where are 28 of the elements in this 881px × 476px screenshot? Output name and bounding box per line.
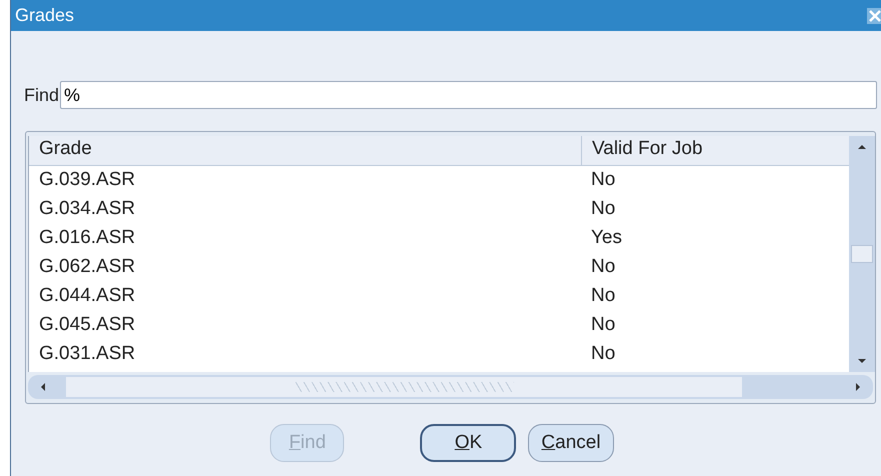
table-cell-text: G.062.ASR [38,255,136,279]
scroll-thumb[interactable] [851,245,873,264]
dialog-button[interactable]: OK [420,424,516,462]
table-cell-text: No [590,197,616,221]
scroll-up-icon[interactable] [857,142,867,152]
table-cell-text: Yes [590,226,623,250]
column-header[interactable]: Valid For Job [581,136,849,166]
table-cell-text: G.044.ASR [38,284,136,308]
table-cell-text: G.034.ASR [38,197,136,221]
table-cell-text: No [590,284,616,308]
table-cell-text: No [590,313,616,337]
vertical-scrollbar[interactable] [849,136,875,372]
close-icon[interactable] [867,8,881,24]
table-cell-text: No [590,168,616,192]
column-header[interactable]: Grade [29,136,581,166]
find-field[interactable]: % [60,81,877,109]
table-cell-text: G.031.ASR [38,342,136,366]
scroll-thumb[interactable] [66,377,742,398]
table-cell-text: G.039.ASR [38,168,136,192]
horizontal-scrollbar[interactable] [28,375,873,399]
table-cell-text: No [590,342,616,366]
table-cell-text: G.016.ASR [38,226,136,250]
table-cell-text: G.045.ASR [38,313,136,337]
dialog-button[interactable]: Cancel [528,424,614,462]
window-title: Grades [15,5,74,26]
table-cell-text: No [590,255,616,279]
scroll-right-icon[interactable] [853,382,863,392]
find-label: Find [24,84,60,106]
